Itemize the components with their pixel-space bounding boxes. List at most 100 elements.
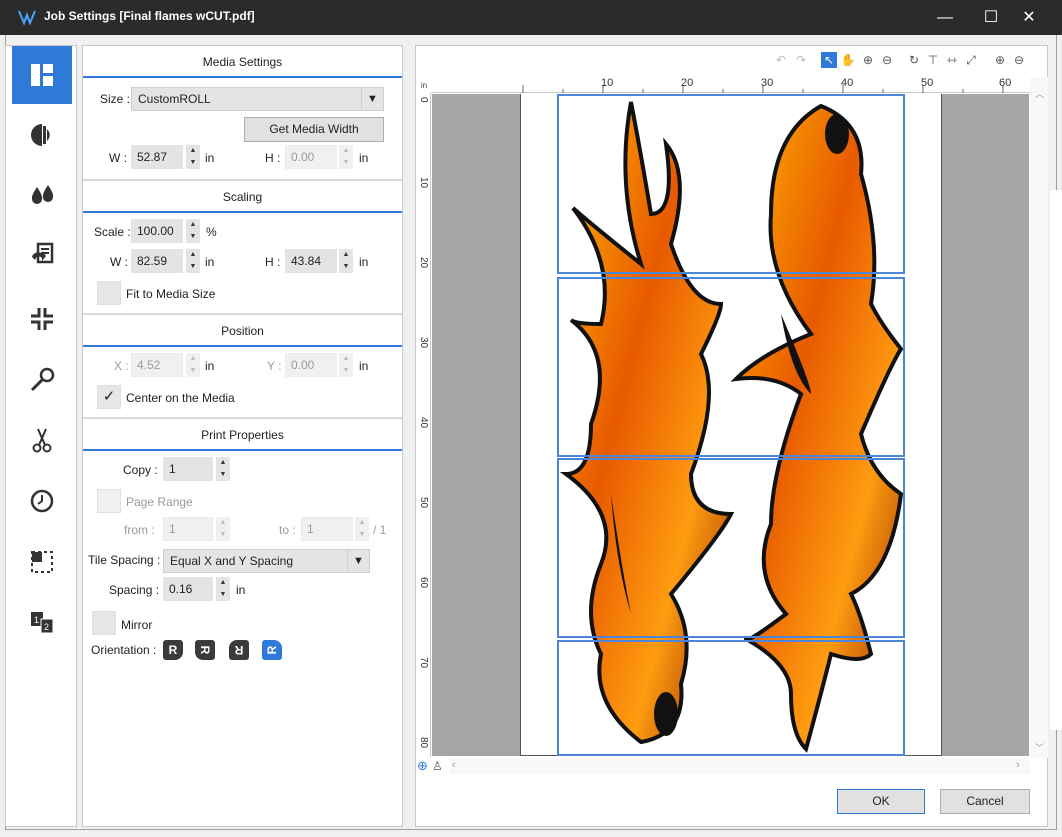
rail-replace[interactable] <box>12 226 72 284</box>
tile-spacing-select[interactable]: Equal X and Y Spacing ▼ <box>163 549 370 573</box>
background-window-strip <box>1050 190 1062 730</box>
rail-layout[interactable] <box>12 46 72 104</box>
from-stepper[interactable]: ▲ ▼ <box>216 517 230 541</box>
y-field[interactable]: 0.00 <box>285 353 337 377</box>
preview-canvas[interactable] <box>432 94 1029 756</box>
tile-spacing-label: Tile Spacing : <box>88 553 161 567</box>
size-label: Size : <box>100 92 131 106</box>
crop-marks-icon <box>31 551 53 573</box>
close-button[interactable]: ✕ <box>1006 0 1052 35</box>
media-width-stepper[interactable]: ▲ ▼ <box>186 145 200 169</box>
hand-tool-icon[interactable]: ✋ <box>840 52 856 68</box>
vertical-scrollbar[interactable]: ︿ ﹀ <box>1030 77 1048 758</box>
rotate-icon[interactable]: ↻ <box>906 52 922 68</box>
tile-2[interactable] <box>557 277 905 457</box>
rail-shrink[interactable] <box>12 290 72 348</box>
to-field[interactable]: 1 <box>301 517 353 541</box>
mirror-label: Mirror <box>121 618 153 632</box>
rail-ink[interactable] <box>12 166 72 224</box>
ruler-unit: in <box>420 81 428 90</box>
scissors-icon <box>32 428 52 453</box>
media-height-field[interactable]: 0.00 <box>285 145 337 169</box>
window-title: Job Settings [Final flames wCUT.pdf] <box>44 9 255 23</box>
vertical-ruler: 0 10 20 30 40 50 60 70 80 <box>417 93 431 757</box>
align-top-icon[interactable]: ⊤ <box>925 52 941 68</box>
rail-crop[interactable] <box>12 533 72 591</box>
media-height-stepper[interactable]: ▲ ▼ <box>339 145 353 169</box>
x-unit: in <box>205 359 215 373</box>
spacing-field[interactable]: 0.16 <box>163 577 213 601</box>
ok-button[interactable]: OK <box>837 789 925 814</box>
media-h-label: H : <box>265 151 281 165</box>
fit-view-icon[interactable]: ⤢ <box>963 52 979 68</box>
svg-text:2: 2 <box>44 622 49 632</box>
x-field[interactable]: 4.52 <box>131 353 183 377</box>
media-width-field[interactable]: 52.87 <box>131 145 183 169</box>
scaling-width-field[interactable]: 82.59 <box>131 249 183 273</box>
scaling-height-field[interactable]: 43.84 <box>285 249 337 273</box>
orientation-270-button[interactable]: R <box>262 640 282 660</box>
rail-color[interactable] <box>12 106 72 164</box>
scale-stepper[interactable]: ▲ ▼ <box>186 219 200 243</box>
zoom-out-icon[interactable]: ⊖ <box>879 52 895 68</box>
minimize-button[interactable]: — <box>922 0 968 35</box>
zoom-in-icon[interactable]: ⊕ <box>860 52 876 68</box>
ruler-v-label: 20 <box>418 257 429 269</box>
mirror-checkbox[interactable] <box>92 611 116 635</box>
scaling-height-stepper[interactable]: ▲ ▼ <box>339 249 353 273</box>
scale-field[interactable]: 100.00 <box>131 219 183 243</box>
ink-drops-icon <box>31 185 54 204</box>
scaling-h-label: H : <box>265 255 281 269</box>
x-stepper[interactable]: ▲ ▼ <box>186 353 200 377</box>
rail-tools[interactable] <box>12 351 72 409</box>
scaling-w-label: W : <box>110 255 128 269</box>
orientation-0-button[interactable]: R <box>163 640 183 660</box>
rail-time[interactable] <box>12 472 72 530</box>
scaling-width-stepper[interactable]: ▲ ▼ <box>186 249 200 273</box>
page-range-checkbox[interactable] <box>97 489 121 513</box>
scroll-left-icon[interactable]: ‹ <box>452 759 456 771</box>
fit-to-media-checkbox[interactable] <box>97 281 121 305</box>
copy-field[interactable]: 1 <box>163 457 213 481</box>
add-icon[interactable]: ⊕ <box>992 52 1008 68</box>
tile-4[interactable] <box>557 640 905 756</box>
horizontal-scrollbar[interactable]: ‹ › <box>450 758 1030 774</box>
ruler-h-label: 20 <box>681 77 694 89</box>
select-tool-icon[interactable]: ↖ <box>821 52 837 68</box>
rail-cut[interactable] <box>12 411 72 469</box>
checkmark-icon: ✓ <box>102 388 116 405</box>
target-icon[interactable]: ⊕ <box>417 758 431 774</box>
scroll-down-icon[interactable]: ﹀ <box>1035 741 1044 754</box>
scaling-h-unit: in <box>359 255 369 269</box>
copy-stepper[interactable]: ▲ ▼ <box>216 457 230 481</box>
y-stepper[interactable]: ▲ ▼ <box>339 353 353 377</box>
position-header: Position <box>83 315 402 347</box>
horizontal-ruler: 10 20 30 40 50 60 <box>431 77 1030 93</box>
spacing-stepper[interactable]: ▲ ▼ <box>216 577 230 601</box>
scaling-header: Scaling <box>83 181 402 213</box>
orientation-90-button[interactable]: R <box>195 640 215 660</box>
x-label: X : <box>114 359 129 373</box>
from-field[interactable]: 1 <box>163 517 213 541</box>
scroll-right-icon[interactable]: › <box>1016 759 1020 771</box>
remove-icon[interactable]: ⊖ <box>1011 52 1027 68</box>
y-label: Y : <box>267 359 282 373</box>
tile-3[interactable] <box>557 458 905 638</box>
ruler-h-label: 60 <box>999 77 1012 89</box>
redo-icon[interactable]: ↷ <box>793 52 809 68</box>
from-label: from : <box>124 523 155 537</box>
user-icon[interactable]: ♙ <box>432 758 446 774</box>
rail-tiling[interactable]: 12 <box>12 593 72 651</box>
undo-icon[interactable]: ↶ <box>773 52 789 68</box>
cancel-button[interactable]: Cancel <box>940 789 1030 814</box>
tile-1[interactable] <box>557 94 905 274</box>
distribute-icon[interactable]: ⇿ <box>944 52 960 68</box>
scaling-w-unit: in <box>205 255 215 269</box>
media-size-select[interactable]: CustomROLL ▼ <box>131 87 384 111</box>
get-media-width-button[interactable]: Get Media Width <box>244 117 384 142</box>
orientation-180-button[interactable]: R <box>229 640 249 660</box>
scroll-up-icon[interactable]: ︿ <box>1035 87 1044 100</box>
center-on-media-checkbox[interactable]: ✓ <box>97 385 121 409</box>
to-stepper[interactable]: ▲ ▼ <box>355 517 369 541</box>
orientation-label: Orientation : <box>91 643 157 657</box>
